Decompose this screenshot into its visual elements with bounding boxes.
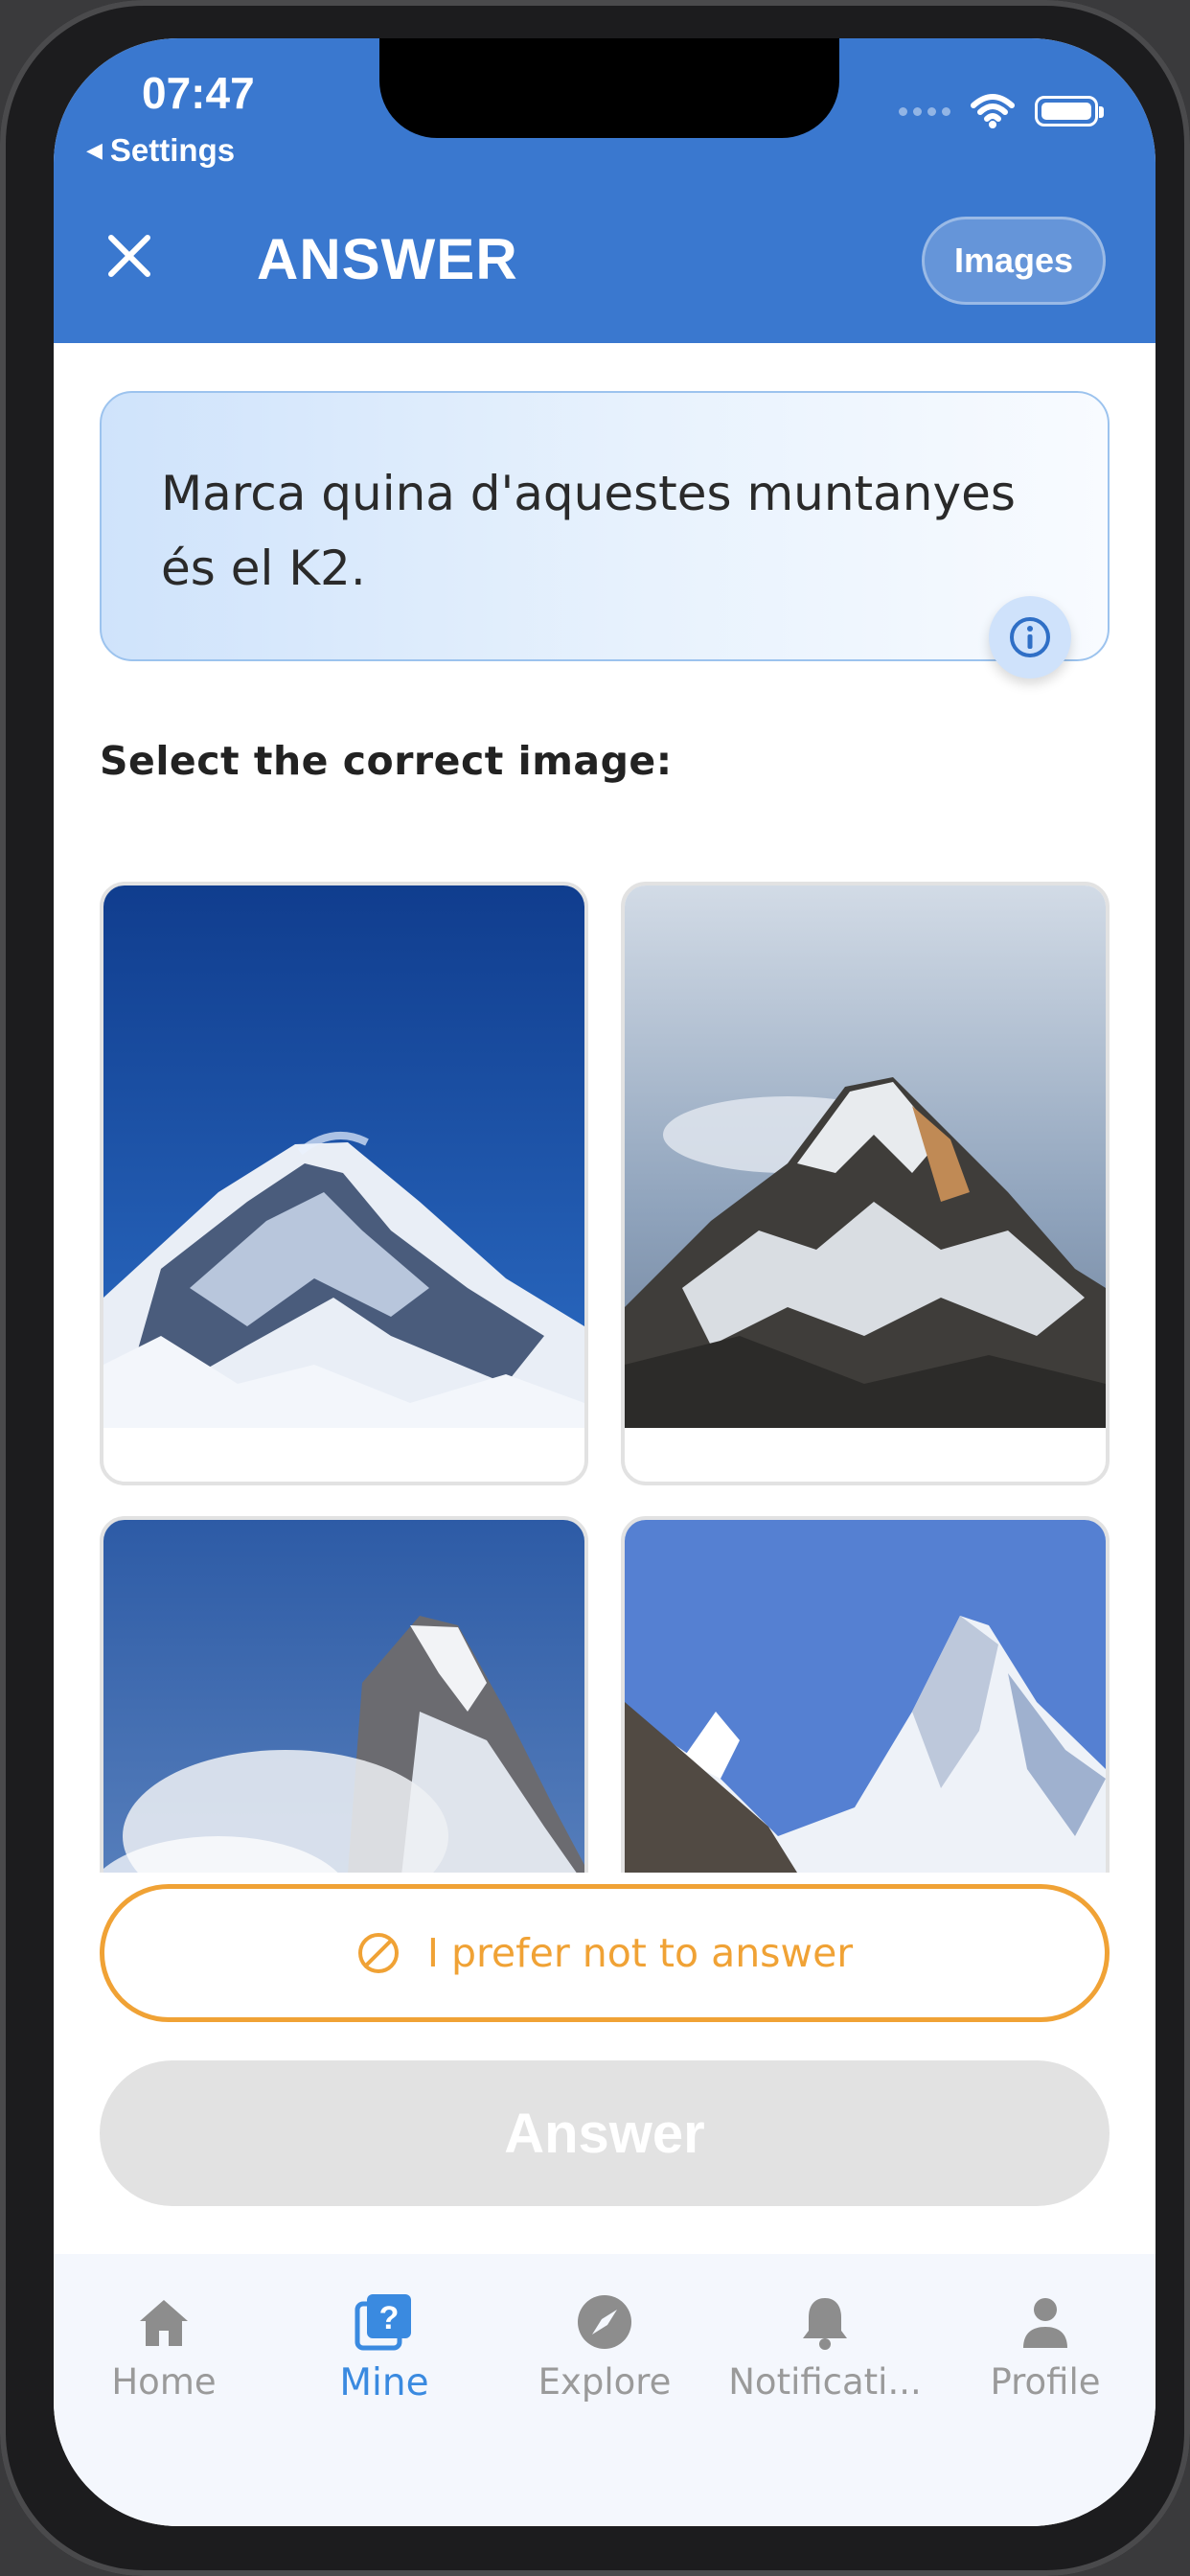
mountain-photo-1	[103, 886, 584, 1428]
tab-mine[interactable]: ? Mine	[274, 2292, 494, 2404]
image-options-grid	[54, 834, 1156, 1873]
tab-profile[interactable]: Profile	[935, 2292, 1156, 2403]
mountain-photo-2	[625, 886, 1106, 1428]
status-time: 07:47	[142, 68, 255, 118]
home-icon	[140, 2300, 188, 2346]
image-option-2[interactable]	[621, 882, 1110, 1485]
info-button[interactable]	[989, 596, 1071, 678]
back-triangle-icon: ◀	[86, 138, 103, 162]
svg-text:?: ?	[379, 2300, 400, 2336]
tab-mine-label: Mine	[339, 2361, 429, 2404]
tab-profile-label: Profile	[990, 2361, 1101, 2403]
image-option-3[interactable]	[100, 1516, 588, 1873]
status-indicators	[899, 94, 1104, 128]
cellular-signal-icon	[899, 106, 950, 116]
tab-notifications[interactable]: Notificati...	[715, 2292, 935, 2403]
mountain-photo-3	[103, 1520, 584, 1873]
page-title: ANSWER	[257, 227, 518, 291]
back-to-settings-label: Settings	[109, 132, 236, 168]
close-button[interactable]	[100, 226, 159, 286]
bottom-tab-bar: Home ? Mine Explore Notificati... Profil…	[54, 2254, 1156, 2526]
info-icon	[1010, 617, 1050, 657]
tab-home-label: Home	[111, 2361, 217, 2403]
image-option-4[interactable]	[621, 1516, 1110, 1873]
app-screen: 07:47 ◀ Settings ANSWER Images Marca qui…	[54, 38, 1156, 2526]
wifi-icon	[971, 94, 1015, 128]
images-button[interactable]: Images	[922, 217, 1106, 305]
bell-icon	[803, 2298, 847, 2350]
compass-icon	[578, 2295, 631, 2349]
answer-button[interactable]: Answer	[100, 2060, 1110, 2206]
select-image-label: Select the correct image:	[100, 738, 673, 784]
mountain-photo-4	[625, 1520, 1106, 1873]
back-to-settings-link[interactable]: ◀ Settings	[86, 132, 235, 169]
close-icon	[108, 235, 150, 277]
question-card: Marca quina d'aquestes muntanyes és el K…	[100, 391, 1110, 661]
prefer-not-to-answer-label: I prefer not to answer	[426, 1930, 854, 1976]
app-header: 07:47 ◀ Settings ANSWER Images	[54, 38, 1156, 343]
tab-explore[interactable]: Explore	[494, 2292, 715, 2403]
battery-icon	[1035, 96, 1104, 126]
person-icon	[1023, 2298, 1067, 2348]
prefer-not-to-answer-button[interactable]: I prefer not to answer	[100, 1884, 1110, 2022]
question-box-icon: ?	[355, 2294, 411, 2351]
tab-home[interactable]: Home	[54, 2292, 274, 2403]
question-text: Marca quina d'aquestes muntanyes és el K…	[161, 466, 1016, 596]
tab-explore-label: Explore	[538, 2361, 672, 2403]
device-notch	[379, 38, 839, 138]
prohibit-icon	[357, 1933, 399, 1973]
image-option-1[interactable]	[100, 882, 588, 1485]
tab-notifications-label: Notificati...	[728, 2361, 922, 2403]
